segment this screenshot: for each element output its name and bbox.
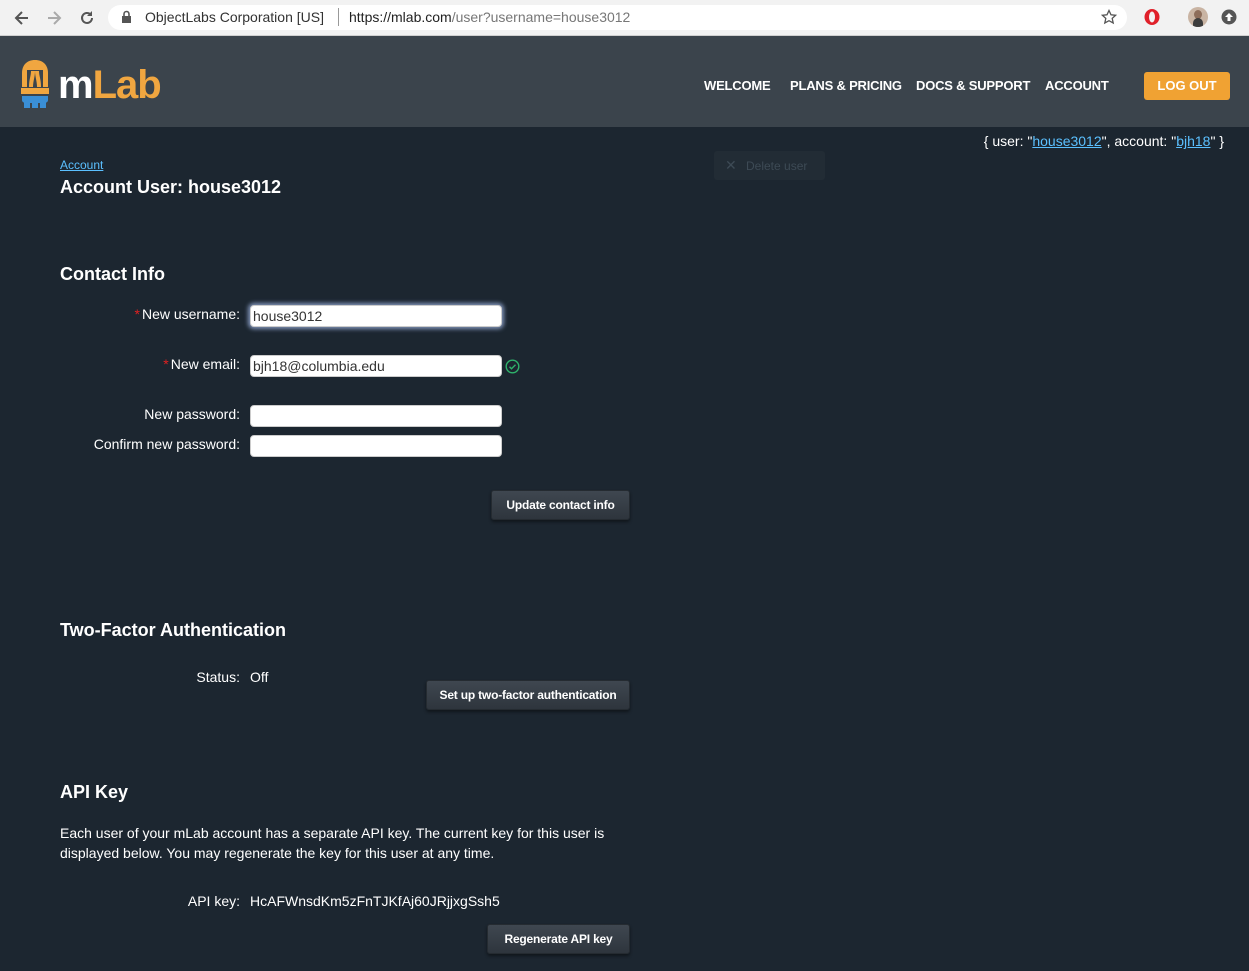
two-factor-status-value: Off [250,669,269,685]
bookmark-star-icon[interactable] [1100,8,1118,30]
api-key-heading: API Key [60,782,129,802]
contact-info-heading: Contact Info [60,264,165,284]
breadcrumb-account-link[interactable]: Account [60,158,103,172]
update-icon[interactable] [1221,9,1237,30]
site-identity: ObjectLabs Corporation [US] [145,9,324,25]
setup-two-factor-button[interactable]: Set up two-factor authentication [426,680,630,710]
new-password-label: New password: [144,406,240,422]
username-label: * New username: [134,306,241,322]
nav-docs-support[interactable]: DOCS & SUPPORT [916,78,1030,93]
new-password-input[interactable] [250,405,502,427]
context-user-link[interactable]: house3012 [1032,133,1101,149]
context-summary: { user: "house3012", account: "bjh18" } [983,133,1224,149]
delete-user-button[interactable]: ✕ Delete user [714,151,825,180]
url-divider [338,8,339,26]
two-factor-heading: Two-Factor Authentication [60,620,286,640]
back-arrow-icon[interactable] [12,8,32,28]
mlab-logo[interactable]: mLab [58,61,162,109]
email-input[interactable] [250,355,502,377]
nav-plans-pricing[interactable]: PLANS & PRICING [790,78,902,93]
check-circle-icon [505,359,520,379]
api-key-label: API key: [187,893,240,909]
email-label: * New email: [163,356,240,372]
api-key-description: Each user of your mLab account has a sep… [60,825,605,861]
mlab-logo-icon [18,58,52,115]
nav-account[interactable]: ACCOUNT [1045,78,1109,93]
site-header: mLab WELCOME PLANS & PRICING DOCS & SUPP… [0,36,1249,127]
confirm-password-label: Confirm new password: [93,436,240,452]
forward-arrow-icon[interactable] [44,8,64,28]
confirm-password-input[interactable] [250,435,502,457]
close-icon: ✕ [725,157,737,173]
context-account-link[interactable]: bjh18 [1176,133,1210,149]
opera-extension-icon[interactable] [1143,8,1161,31]
update-contact-info-button[interactable]: Update contact info [491,490,630,520]
regenerate-api-key-button[interactable]: Regenerate API key [487,924,630,954]
reload-icon[interactable] [77,8,97,28]
logout-button[interactable]: LOG OUT [1144,72,1230,100]
profile-avatar[interactable] [1188,7,1208,27]
status-label: Status: [196,669,240,685]
lock-icon [121,10,132,29]
api-key-value: HcAFWnsdKm5zFnTJKfAj60JRjjxgSsh5 [250,893,500,909]
browser-toolbar: ObjectLabs Corporation [US] https://mlab… [0,0,1249,36]
username-input[interactable] [250,305,502,327]
page-title: Account User: house3012 [60,177,282,197]
url-text[interactable]: https://mlab.com/user?username=house3012 [349,9,630,25]
nav-welcome[interactable]: WELCOME [704,78,771,93]
